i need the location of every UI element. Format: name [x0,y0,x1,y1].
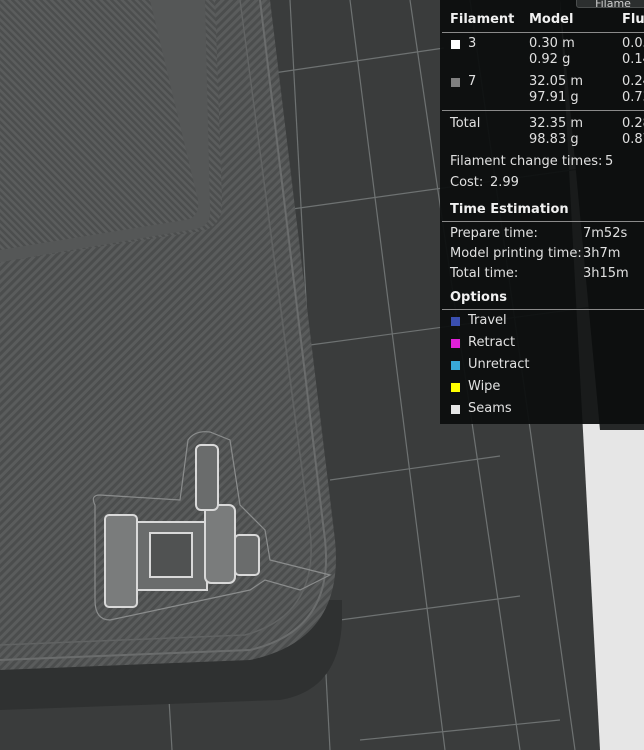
divider [442,221,644,222]
total-flush-weight: 0.87 [622,132,644,147]
divider [442,32,644,33]
filament-flush-weight: 0.73 [622,90,644,105]
retract-color-icon [451,339,460,348]
model-print-time-label: Model printing time: [450,246,582,261]
cost-label: Cost: [450,175,484,190]
filament-change-label: Filament change times: [450,154,603,169]
filament-id: 7 [468,74,477,89]
filament-flush-length: 0.24 [622,74,644,89]
unretract-color-icon [451,361,460,370]
wipe-color-icon [451,383,460,392]
filament-tab-partial[interactable]: Filame [576,0,644,10]
travel-color-icon [451,317,460,326]
filament-3-swatch [451,40,460,49]
filament-change-value: 5 [605,154,614,169]
option-label: Retract [468,335,516,350]
total-time-label: Total time: [450,266,519,281]
total-label: Total [450,116,481,131]
filament-flush-length: 0.05 [622,36,644,51]
total-flush-length: 0.28 [622,116,644,131]
filament-model-length: 32.05 m [529,74,584,89]
option-label: Seams [468,401,512,416]
prepare-time-value: 7m52s [583,226,628,241]
option-label: Unretract [468,357,530,372]
time-estimation-title: Time Estimation [450,202,569,217]
options-title: Options [450,290,507,305]
total-time-value: 3h15m [583,266,629,281]
filament-model-weight: 97.91 g [529,90,579,105]
total-model-length: 32.35 m [529,116,584,131]
cost-value: 2.99 [490,175,519,190]
prepare-time-label: Prepare time: [450,226,538,241]
col-header-model: Model [529,12,574,27]
filament-7-swatch [451,78,460,87]
slice-stats-panel: Filame Filament Model Flus 3 0.30 m 0.92… [440,0,644,424]
total-model-weight: 98.83 g [529,132,579,147]
filament-tab-label: Filame [595,0,631,10]
filament-id: 3 [468,36,477,51]
filament-model-weight: 0.92 g [529,52,571,67]
seams-color-icon [451,405,460,414]
option-label: Wipe [468,379,501,394]
option-label: Travel [468,313,507,328]
divider [442,110,644,111]
col-header-filament: Filament [450,12,515,27]
model-print-time-value: 3h7m [583,246,621,261]
col-header-flush: Flus [622,12,644,27]
filament-model-length: 0.30 m [529,36,575,51]
divider [442,309,644,310]
filament-flush-weight: 0.14 [622,52,644,67]
